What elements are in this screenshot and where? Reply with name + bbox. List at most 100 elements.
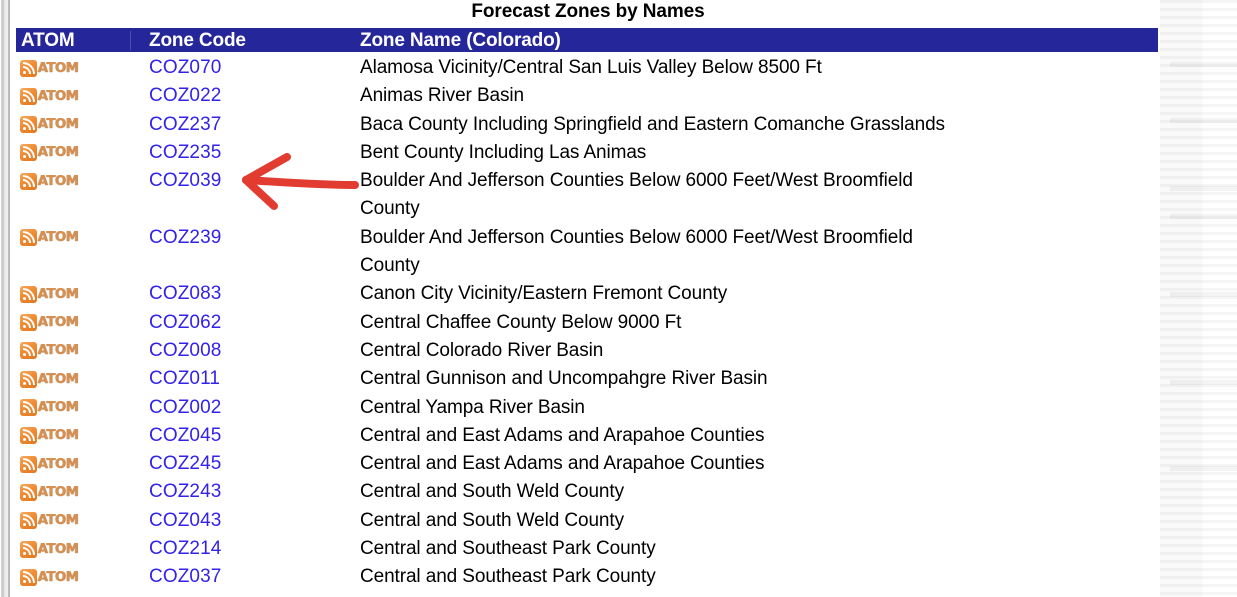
zone-code-link[interactable]: COZ239: [149, 227, 221, 248]
atom-feed-link[interactable]: ATOM: [20, 394, 79, 422]
atom-feed-link[interactable]: ATOM: [20, 478, 79, 506]
cell-zone-name: Central and Southeast Park County: [360, 566, 656, 588]
cell-zone-name: Boulder And Jefferson Counties Below 600…: [360, 170, 913, 220]
table-row: ATOM COZ037 Central and Southeast Park Cou…: [16, 563, 1158, 591]
cell-atom: ATOM: [16, 280, 131, 308]
margin-band: [1170, 292, 1237, 297]
table-row: ATOM COZ243 Central and South Weld County: [16, 478, 1158, 506]
cell-zone-code: COZ243: [131, 478, 355, 506]
cell-zone-code: COZ045: [131, 422, 355, 450]
cell-atom: ATOM: [16, 111, 131, 139]
atom-label: ATOM: [37, 117, 79, 133]
zone-code-link[interactable]: COZ002: [149, 397, 221, 418]
zone-code-link[interactable]: COZ008: [149, 340, 221, 361]
cell-zone-name: Central and East Adams and Arapahoe Coun…: [360, 424, 765, 446]
cell-atom: ATOM: [16, 224, 131, 252]
table-header-row: ATOM Zone Code Zone Name (Colorado): [16, 28, 1158, 52]
table-row: ATOM COZ214 Central and Southeast Park Cou…: [16, 535, 1158, 563]
atom-feed-link[interactable]: ATOM: [20, 365, 79, 393]
cell-zone-name: Central Colorado River Basin: [360, 339, 604, 361]
atom-feed-link[interactable]: ATOM: [20, 450, 79, 478]
cell-atom: ATOM: [16, 365, 131, 393]
cell-zone-code: COZ239: [131, 224, 355, 252]
zone-code-link[interactable]: COZ214: [149, 538, 221, 559]
atom-label: ATOM: [37, 428, 79, 444]
margin-band: [1170, 466, 1237, 471]
rss-feed-icon: [20, 455, 37, 473]
zone-code-link[interactable]: COZ243: [149, 481, 221, 502]
margin-band: [1170, 118, 1237, 123]
table-row: ATOM COZ062 Central Chaffee County Below 9…: [16, 309, 1158, 337]
table-row: ATOM COZ008 Central Colorado River Basin: [16, 337, 1158, 365]
rss-feed-icon: [20, 87, 37, 105]
cell-atom: ATOM: [16, 309, 131, 337]
cell-atom: ATOM: [16, 337, 131, 365]
table-row: ATOM COZ237 Baca County Including Springfi…: [16, 111, 1158, 139]
zone-code-link[interactable]: COZ245: [149, 453, 221, 474]
atom-feed-link[interactable]: ATOM: [20, 82, 79, 110]
table-row: ATOM COZ022 Animas River Basin: [16, 82, 1158, 110]
table-row: ATOM COZ043 Central and South Weld County: [16, 507, 1158, 535]
cell-zone-code: COZ083: [131, 280, 355, 308]
margin-band: [1170, 380, 1237, 385]
zone-code-link[interactable]: COZ039: [149, 170, 221, 191]
rss-feed-icon: [20, 172, 37, 190]
cell-zone-name: Central and Southeast Park County: [360, 538, 656, 560]
table-row: ATOM COZ011 Central Gunnison and Uncompahg…: [16, 365, 1158, 393]
zone-code-link[interactable]: COZ237: [149, 114, 221, 135]
atom-feed-link[interactable]: ATOM: [20, 139, 79, 167]
atom-feed-link[interactable]: ATOM: [20, 224, 79, 252]
cell-zone-code: COZ039: [131, 167, 355, 195]
forecast-zones-table: ATOM Zone Code Zone Name (Colorado) ATOM…: [16, 28, 1158, 592]
rss-feed-icon: [20, 144, 37, 162]
cell-zone-name: Central Chaffee County Below 9000 Ft: [360, 311, 682, 333]
window-left-edge: [0, 0, 15, 597]
atom-label: ATOM: [37, 513, 79, 529]
atom-feed-link[interactable]: ATOM: [20, 167, 79, 195]
zone-code-link[interactable]: COZ235: [149, 142, 221, 163]
page-root: Forecast Zones by Names ATOM Zone Code Z…: [0, 0, 1237, 597]
margin-band: [1170, 62, 1237, 67]
cell-zone-code: COZ214: [131, 535, 355, 563]
zone-code-link[interactable]: COZ037: [149, 566, 221, 587]
zone-code-link[interactable]: COZ083: [149, 283, 221, 304]
zone-code-link[interactable]: COZ070: [149, 57, 221, 78]
zone-code-link[interactable]: COZ062: [149, 312, 221, 333]
atom-feed-link[interactable]: ATOM: [20, 111, 79, 139]
cell-atom: ATOM: [16, 54, 131, 82]
page-title: Forecast Zones by Names: [471, 1, 705, 22]
cell-zone-code: COZ008: [131, 337, 355, 365]
cell-zone-name: Central and South Weld County: [360, 509, 624, 531]
zone-code-link[interactable]: COZ045: [149, 425, 221, 446]
column-header-zone-code: Zone Code: [149, 29, 246, 51]
cell-zone-code: COZ235: [131, 139, 355, 167]
cell-atom: ATOM: [16, 535, 131, 563]
atom-feed-link[interactable]: ATOM: [20, 337, 79, 365]
atom-label: ATOM: [37, 541, 79, 557]
atom-feed-link[interactable]: ATOM: [20, 535, 79, 563]
zone-code-link[interactable]: COZ022: [149, 85, 221, 106]
zone-code-link[interactable]: COZ011: [149, 368, 220, 389]
cell-atom: ATOM: [16, 563, 131, 591]
atom-feed-link[interactable]: ATOM: [20, 563, 79, 591]
cell-atom: ATOM: [16, 139, 131, 167]
cell-zone-code: COZ062: [131, 309, 355, 337]
atom-feed-link[interactable]: ATOM: [20, 54, 79, 82]
table-row: ATOM COZ235 Bent County Including Las Anim…: [16, 139, 1158, 167]
cell-zone-code: COZ022: [131, 82, 355, 110]
table-body: ATOM COZ070 Alamosa Vicinity/Central San L…: [16, 54, 1158, 592]
rss-feed-icon: [20, 540, 37, 558]
atom-feed-link[interactable]: ATOM: [20, 507, 79, 535]
cell-zone-name: Central and East Adams and Arapahoe Coun…: [360, 453, 765, 475]
zone-code-link[interactable]: COZ043: [149, 510, 221, 531]
cell-zone-code: COZ037: [131, 563, 355, 591]
atom-feed-link[interactable]: ATOM: [20, 309, 79, 337]
cell-zone-name: Boulder And Jefferson Counties Below 600…: [360, 226, 913, 277]
rss-feed-icon: [20, 229, 37, 247]
cell-atom: ATOM: [16, 167, 131, 195]
atom-feed-link[interactable]: ATOM: [20, 280, 79, 308]
atom-label: ATOM: [37, 456, 79, 472]
atom-feed-link[interactable]: ATOM: [20, 422, 79, 450]
cell-atom: ATOM: [16, 422, 131, 450]
cell-atom: ATOM: [16, 478, 131, 506]
